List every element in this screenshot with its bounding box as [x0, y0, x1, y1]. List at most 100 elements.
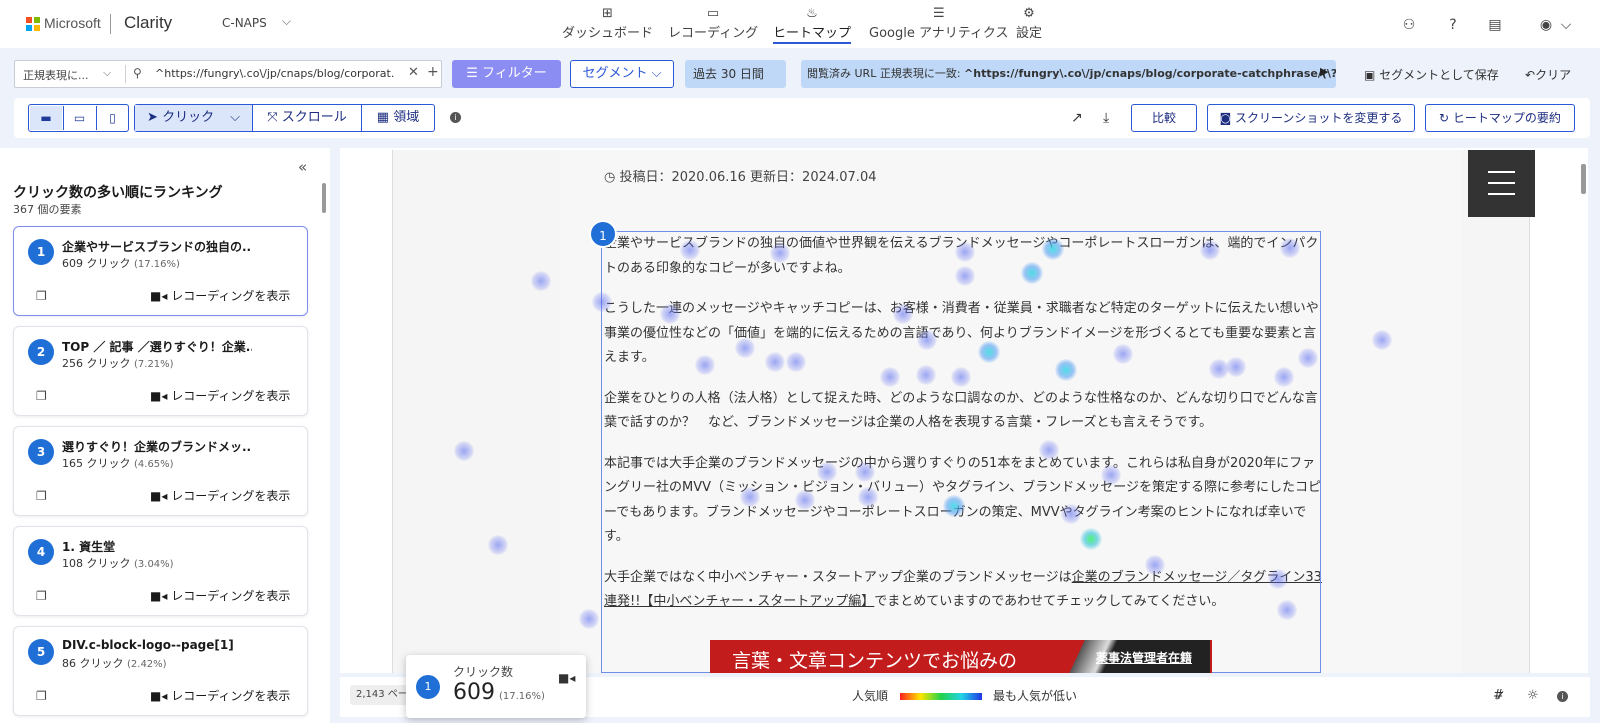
area-icon: ▦ [376, 110, 394, 125]
camera-icon: ◙ [1219, 111, 1236, 125]
element-title: 企業やサービスブランドの独自の... [62, 240, 252, 254]
camera-icon: ■◂ [150, 489, 172, 503]
analytics-icon: ☰ [932, 6, 945, 21]
filter-button[interactable]: ☰ フィルター [452, 60, 561, 88]
info-icon[interactable]: i [1557, 691, 1568, 702]
copy-icon[interactable]: ❐ [36, 389, 47, 403]
viewport-scrollbar[interactable] [1581, 164, 1586, 194]
element-rank-badge[interactable]: 1 [589, 220, 617, 248]
compare-button[interactable]: 比較 [1131, 104, 1197, 132]
tooltip-rank-badge: 1 [416, 675, 440, 699]
heat-gradient-legend [900, 693, 982, 700]
legend-most-popular: 人気順 [852, 689, 889, 703]
sparkle-refresh-icon: ↻ [1439, 111, 1453, 125]
camera-icon: ■◂ [150, 289, 172, 303]
recording-icon: ▭ [706, 6, 720, 21]
search-icon: ⚲ [133, 66, 142, 80]
ranking-card[interactable]: 4 1. 資生堂 108 クリック (3.04%) ❐ ■◂ レコーディングを表… [13, 526, 308, 616]
undo-icon: ↶ [1525, 68, 1536, 82]
view-recording-link[interactable]: ■◂ レコーディングを表示 [150, 587, 290, 604]
account-icon[interactable]: ◉ [1536, 15, 1556, 35]
element-title: TOP ／ 記事 ／選りすぐり！企業... [62, 340, 252, 354]
camera-icon: ■◂ [150, 389, 172, 403]
chip-scroll-arrow-icon[interactable]: ▶ [1320, 65, 1328, 78]
clock-icon: ◷ [604, 170, 620, 185]
date-range-chip[interactable]: 過去 30 日間⌵ [685, 60, 786, 109]
people-icon[interactable]: ⚇ [1399, 15, 1419, 35]
element-title: 1. 資生堂 [62, 540, 116, 554]
camera-icon[interactable]: ■◂ [558, 671, 575, 685]
url-value[interactable]: ^https://fungry\.co\/jp/cnaps/blog/corpo… [155, 67, 395, 80]
tab-recordings[interactable]: ▭ レコーディング [668, 5, 758, 41]
device-switcher: ▬ ▭ ▯ [28, 104, 129, 132]
tab-google-analytics[interactable]: ☰ Google アナリティクス [869, 5, 1009, 41]
add-icon[interactable]: + [427, 64, 439, 80]
segment-button[interactable]: セグメント ⌵ [570, 60, 674, 88]
hamburger-icon[interactable] [1468, 150, 1535, 217]
copy-icon[interactable]: ❐ [36, 689, 47, 703]
mobile-icon[interactable]: ▯ [96, 106, 128, 130]
hashtag-icon[interactable]: #̷ [1493, 688, 1504, 703]
brightness-icon[interactable]: ☼ [1527, 688, 1539, 703]
ranking-title: クリック数の多い順にランキング [13, 185, 223, 201]
click-mode-button[interactable]: ➤ クリック ⌵ [135, 105, 252, 131]
view-recording-link[interactable]: ■◂ レコーディングを表示 [150, 687, 290, 704]
selected-element-outline[interactable] [601, 231, 1321, 673]
tab-settings[interactable]: ⚙ 設定 [1016, 5, 1042, 41]
help-icon[interactable]: ? [1443, 15, 1463, 35]
download-icon[interactable]: ⤓ [1103, 110, 1109, 126]
scroll-icon: ⤧ [267, 110, 282, 125]
element-title: 選りすぐり！企業のブランドメッ... [62, 440, 252, 454]
ranking-card[interactable]: 2 TOP ／ 記事 ／選りすぐり！企業... 256 クリック (7.21%)… [13, 326, 308, 416]
view-recording-link[interactable]: ■◂ レコーディングを表示 [150, 287, 290, 304]
camera-icon: ■◂ [150, 689, 172, 703]
app-name[interactable]: Clarity [124, 13, 172, 33]
clear-button[interactable]: ↶クリア [1525, 66, 1571, 83]
page-views-count: 2,143 ペー [350, 685, 414, 705]
desktop-icon[interactable]: ▬ [30, 106, 62, 130]
project-selector[interactable]: C-NAPS [222, 16, 267, 30]
brand-name: Microsoft [44, 15, 101, 31]
share-icon[interactable]: ↗ [1071, 110, 1083, 126]
chevron-down-icon: ⌵ [647, 66, 662, 81]
view-recording-link[interactable]: ■◂ レコーディングを表示 [150, 487, 290, 504]
info-icon[interactable]: i [450, 112, 461, 123]
url-filter-chip[interactable]: 閲覧済み URL 正規表現に一致: ^https://fungry\.co\/j… [801, 60, 1336, 88]
collapse-panel-icon[interactable]: « [298, 158, 307, 176]
chevron-down-icon[interactable]: ⌵ [1556, 15, 1576, 35]
panel-scrollbar[interactable] [322, 183, 326, 213]
close-icon[interactable]: ✕ [408, 65, 419, 80]
chevron-down-icon[interactable]: ⌵ [103, 66, 111, 80]
dashboard-icon: ⊞ [602, 6, 613, 21]
filter-icon: ☰ [466, 66, 483, 81]
copy-icon[interactable]: ❐ [36, 289, 47, 303]
copy-icon[interactable]: ❐ [36, 489, 47, 503]
tab-dashboard[interactable]: ⊞ ダッシュボード [562, 5, 653, 41]
chevron-down-icon[interactable]: ⌵ [282, 14, 291, 29]
document-icon[interactable]: ▤ [1485, 15, 1505, 35]
heatmap-mode-group: ➤ クリック ⌵ ⤧ スクロール ▦ 領域 [134, 104, 435, 132]
legend-least-popular: 最も人気が低い [993, 689, 1078, 703]
url-search-input[interactable]: 正規表現に... ⌵ ⚲ ^https://fungry\.co\/jp/cna… [14, 60, 442, 88]
heatmap-icon: ♨ [806, 6, 818, 21]
ranking-card[interactable]: 5 DIV.c-block-logo--page[1] 86 クリック (2.4… [13, 626, 308, 716]
heatmap-summary-button[interactable]: ↻ ヒートマップの要約 [1425, 104, 1575, 132]
microsoft-logo-icon [26, 17, 40, 31]
camera-icon: ■◂ [150, 589, 172, 603]
tab-heatmaps[interactable]: ♨ ヒートマップ [773, 5, 852, 44]
ranking-card[interactable]: 3 選りすぐり！企業のブランドメッ... 165 クリック (4.65%) ❐ … [13, 426, 308, 516]
tooltip-value: 609 [453, 680, 495, 705]
copy-icon[interactable]: ❐ [36, 589, 47, 603]
area-mode-button[interactable]: ▦ 領域 [362, 105, 434, 131]
ad-banner[interactable]: 言葉・文章コンテンツでお悩みの 薬事法管理者在籍 [710, 640, 1212, 673]
tablet-icon[interactable]: ▭ [63, 106, 95, 130]
tooltip-label: クリック数 [453, 665, 514, 679]
ranking-card[interactable]: 1 企業やサービスブランドの独自の... 609 クリック (17.16%) ❐… [13, 226, 308, 316]
post-dates: ◷ 投稿日：2020.06.16 更新日：2024.07.04 [604, 170, 877, 185]
tooltip-percent: (17.16%) [499, 691, 545, 702]
save-segment-button[interactable]: ▣ セグメントとして保存 [1364, 66, 1499, 83]
scroll-mode-button[interactable]: ⤧ スクロール [253, 105, 361, 131]
view-recording-link[interactable]: ■◂ レコーディングを表示 [150, 387, 290, 404]
change-screenshot-button[interactable]: ◙ スクリーンショットを変更する [1207, 104, 1415, 132]
regex-mode-select[interactable]: 正規表現に... [23, 67, 89, 83]
